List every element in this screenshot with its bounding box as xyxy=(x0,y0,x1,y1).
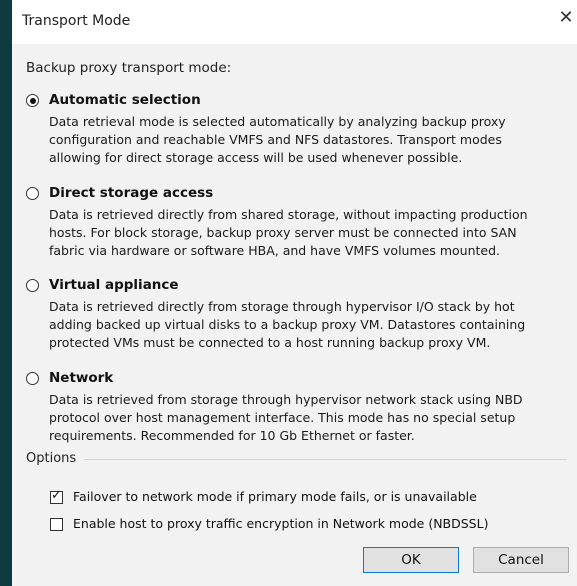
radio-network[interactable] xyxy=(26,372,39,385)
radio-virtual-appliance[interactable] xyxy=(26,279,39,292)
failover-label: Failover to network mode if primary mode… xyxy=(73,489,477,504)
encryption-checkbox[interactable] xyxy=(50,518,63,531)
ok-button[interactable]: OK xyxy=(363,547,459,573)
mode-description: Data is retrieved directly from shared s… xyxy=(49,207,528,258)
mode-title: Virtual appliance xyxy=(49,277,179,293)
close-icon[interactable]: ✕ xyxy=(555,6,577,30)
radio-direct-storage-access[interactable] xyxy=(26,187,39,200)
options-label: Options xyxy=(26,451,83,466)
options-group: Options xyxy=(26,451,567,466)
failover-checkbox[interactable] xyxy=(50,488,63,504)
cancel-button[interactable]: Cancel xyxy=(473,547,569,573)
transport-mode-label: Backup proxy transport mode: xyxy=(26,60,232,76)
mode-description: Data is retrieved directly from storage … xyxy=(49,299,526,350)
mode-title: Network xyxy=(49,370,114,386)
dialog-title: Transport Mode xyxy=(22,13,131,29)
title-bar: Transport Mode ✕ xyxy=(12,0,577,44)
encryption-label: Enable host to proxy traffic encryption … xyxy=(73,516,489,531)
mode-description: Data is retrieved from storage through h… xyxy=(49,392,523,443)
mode-title: Direct storage access xyxy=(49,185,214,201)
radio-automatic-selection[interactable] xyxy=(26,94,39,107)
mode-title: Automatic selection xyxy=(49,92,201,108)
mode-description: Data retrieval mode is selected automati… xyxy=(49,114,506,165)
options-divider xyxy=(84,459,567,460)
transport-mode-dialog: Transport Mode ✕ Backup proxy transport … xyxy=(12,0,577,586)
